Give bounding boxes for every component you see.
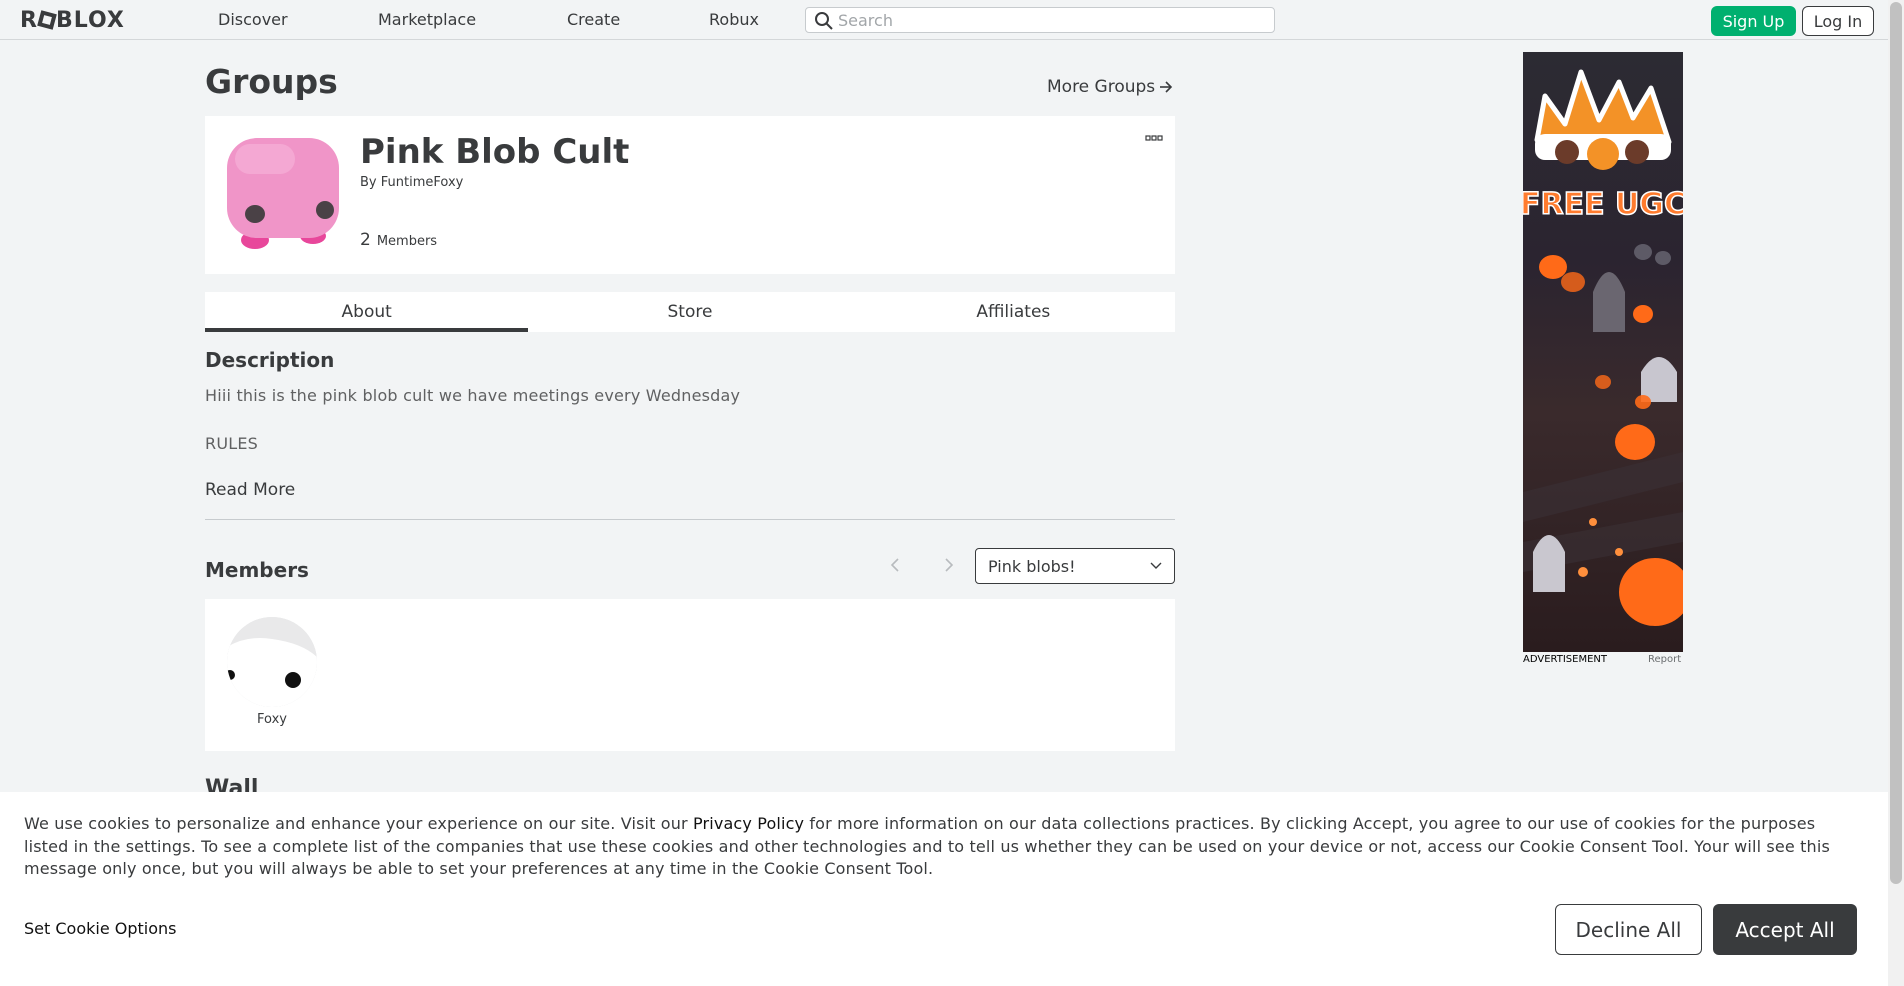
section-divider (205, 519, 1175, 520)
cookie-message: We use cookies to personalize and enhanc… (24, 813, 1854, 881)
nav-marketplace[interactable]: Marketplace (378, 10, 476, 29)
chevron-right-icon[interactable] (938, 555, 958, 575)
log-in-button[interactable]: Log In (1802, 6, 1874, 36)
read-more-button[interactable]: Read More (205, 480, 295, 500)
members-list: Foxy (205, 599, 1175, 751)
more-options-icon[interactable] (1145, 134, 1163, 142)
group-header-card: Pink Blob Cult By FuntimeFoxy 2 Members (205, 116, 1175, 274)
tab-about[interactable]: About (205, 292, 529, 332)
top-nav-bar: R BLOX Discover Marketplace Create Robux … (0, 0, 1888, 40)
by-label: By (360, 175, 377, 190)
nav-discover[interactable]: Discover (218, 10, 288, 29)
scrollbar-thumb[interactable] (1890, 2, 1902, 884)
members-heading: Members (205, 558, 309, 582)
tab-store[interactable]: Store (528, 292, 851, 332)
group-tabs: About Store Affiliates (205, 292, 1175, 332)
more-groups-label: More Groups (1047, 77, 1156, 97)
more-groups-link[interactable]: More Groups (1047, 77, 1173, 97)
search-box[interactable] (805, 7, 1275, 33)
tab-affiliates[interactable]: Affiliates (852, 292, 1175, 332)
decline-all-button[interactable]: Decline All (1555, 904, 1702, 955)
group-name: Pink Blob Cult (360, 132, 630, 172)
roblox-logo[interactable]: R BLOX (20, 8, 125, 33)
avatar-image (227, 617, 317, 707)
nav-create[interactable]: Create (567, 10, 620, 29)
ad-headline: FREE UGC (1523, 187, 1683, 222)
nav-robux[interactable]: Robux (709, 10, 759, 29)
search-icon (815, 12, 833, 30)
search-input[interactable] (838, 10, 1268, 30)
advertisement-banner[interactable]: FREE UGC (1523, 52, 1683, 652)
ad-report-link[interactable]: Report (1648, 654, 1681, 665)
member-count-value: 2 (360, 230, 371, 250)
chevron-down-icon (1150, 562, 1162, 569)
member-count-label: Members (376, 234, 438, 249)
owner-link[interactable]: FuntimeFoxy (381, 175, 464, 190)
group-emblem-icon[interactable] (221, 132, 345, 256)
chevron-left-icon[interactable] (886, 555, 906, 575)
avatar[interactable] (227, 617, 317, 707)
member-count: 2 Members (360, 230, 437, 250)
cookie-text-part-1: We use cookies to personalize and enhanc… (24, 814, 694, 833)
description-heading: Description (205, 348, 335, 372)
ad-artwork: FREE UGC (1523, 69, 1683, 626)
description-line-2: RULES (205, 434, 259, 453)
description-line-1: Hiii this is the pink blob cult we have … (205, 386, 741, 405)
group-owner: By FuntimeFoxy (360, 175, 463, 190)
sign-up-button[interactable]: Sign Up (1711, 6, 1796, 36)
arrow-right-icon (1160, 81, 1173, 93)
privacy-policy-link[interactable]: Privacy Policy (693, 814, 804, 833)
member-name[interactable]: Foxy (227, 712, 317, 727)
ad-label: ADVERTISEMENT (1523, 654, 1608, 665)
role-select-value: Pink blobs! (988, 556, 1076, 576)
page-title: Groups (205, 62, 338, 101)
set-cookie-options-button[interactable]: Set Cookie Options (24, 919, 176, 938)
accept-all-button[interactable]: Accept All (1713, 904, 1857, 955)
role-select[interactable]: Pink blobs! (975, 548, 1175, 584)
cookie-banner: We use cookies to personalize and enhanc… (0, 792, 1888, 986)
